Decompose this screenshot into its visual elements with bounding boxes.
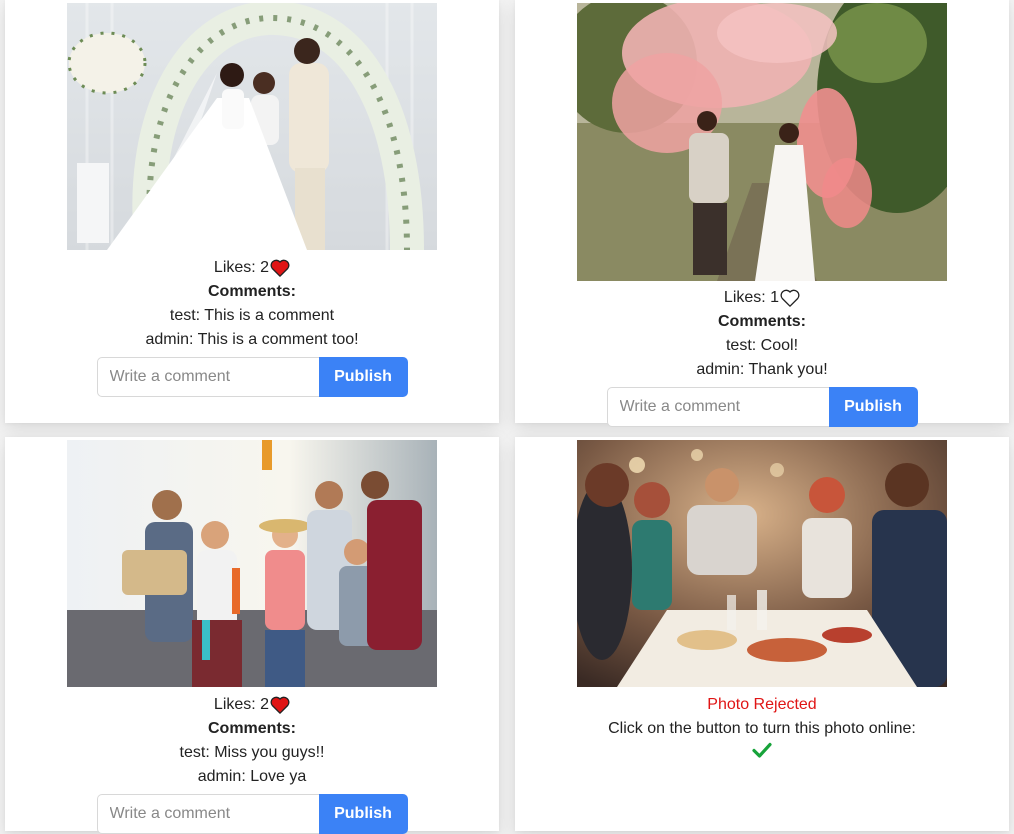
comments-title: Comments:	[717, 313, 806, 330]
comment-item: admin: Thank you!	[696, 361, 828, 378]
likes-label: Likes: 2	[213, 696, 270, 713]
comment-form: Publish	[96, 794, 408, 834]
likes-label: Likes: 2	[213, 259, 270, 276]
publish-button[interactable]: Publish	[318, 794, 408, 834]
comments-title: Comments:	[207, 283, 296, 300]
post-photo-dinner-table	[577, 440, 947, 687]
comment-input[interactable]	[96, 357, 319, 397]
heart-outline-icon[interactable]	[780, 289, 800, 307]
wedding-smoke-image	[577, 3, 947, 281]
heart-filled-icon[interactable]	[270, 696, 290, 714]
rejected-status: Photo Rejected	[707, 696, 817, 713]
post-card: Likes: 2 Comments: test: Miss you guys!!…	[5, 437, 499, 834]
post-photo-party-group	[67, 440, 437, 687]
heart-filled-icon[interactable]	[270, 259, 290, 277]
post-card: Likes: 1 Comments: test: Cool! admin: Th…	[515, 0, 1009, 427]
comment-item: admin: Love ya	[197, 768, 307, 785]
comment-item: admin: This is a comment too!	[145, 331, 359, 348]
likes-counter: Likes: 2	[214, 693, 290, 717]
likes-counter: Likes: 1	[724, 286, 800, 310]
post-photo-wedding-smoke	[577, 3, 947, 281]
comment-item: test: Miss you guys!!	[179, 744, 325, 761]
comment-item: test: Cool!	[725, 337, 799, 354]
likes-label: Likes: 1	[723, 289, 780, 306]
comments-title: Comments:	[207, 720, 296, 737]
post-photo-wedding-ceremony	[67, 3, 437, 250]
comment-item: test: This is a comment	[169, 307, 335, 324]
publish-button[interactable]: Publish	[318, 357, 408, 397]
approve-row	[752, 741, 772, 765]
status-message: Click on the button to turn this photo o…	[608, 720, 916, 737]
comment-form: Publish	[96, 357, 408, 397]
dinner-table-image	[577, 440, 947, 687]
wedding-ceremony-image	[67, 3, 437, 250]
party-group-image	[67, 440, 437, 687]
comment-input[interactable]	[606, 387, 829, 427]
check-icon[interactable]	[752, 741, 772, 759]
likes-counter: Likes: 2	[214, 256, 290, 280]
comment-form: Publish	[606, 387, 918, 427]
post-card-rejected: Photo Rejected Click on the button to tu…	[515, 437, 1009, 831]
publish-button[interactable]: Publish	[828, 387, 918, 427]
post-card: Likes: 2 Comments: test: This is a comme…	[5, 0, 499, 423]
comment-input[interactable]	[96, 794, 319, 834]
